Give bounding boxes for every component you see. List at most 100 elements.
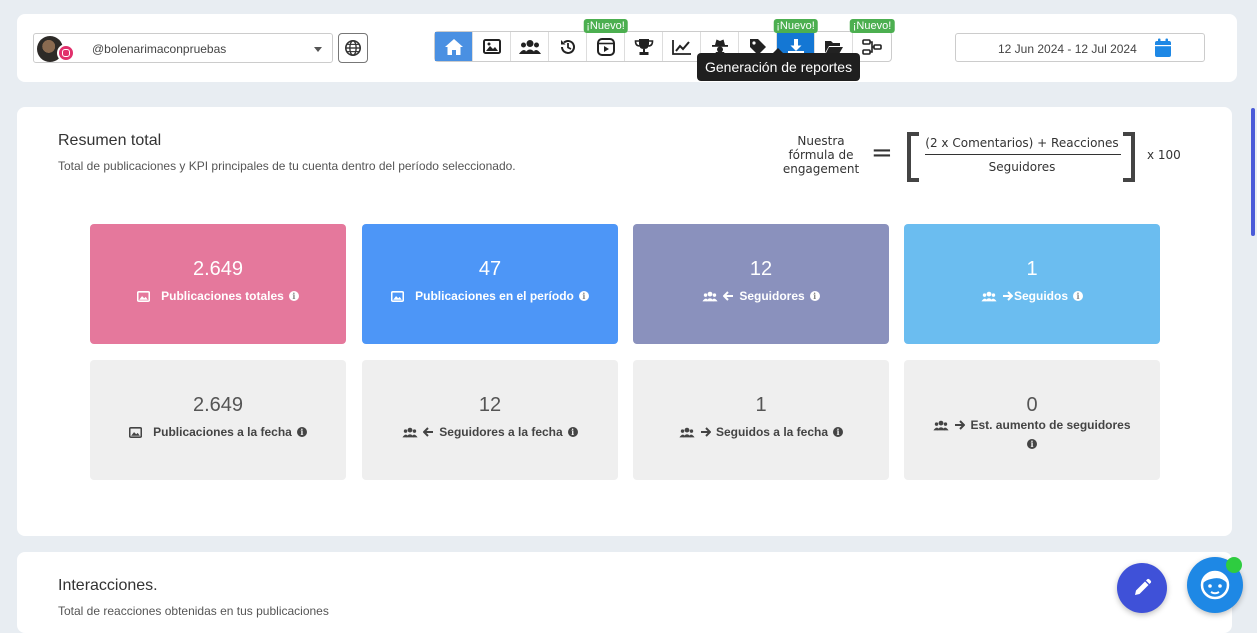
kpi-total-posts: 2.649 Publicaciones totales i <box>90 224 346 344</box>
kpi-label-row: Publicaciones totales i <box>90 289 346 303</box>
nav-ranking[interactable] <box>625 32 663 61</box>
kpi-info-row: i <box>904 434 1160 452</box>
info-icon[interactable]: i <box>1073 291 1083 301</box>
pencil-icon <box>1135 578 1152 595</box>
bracket-left <box>907 132 919 182</box>
kpi-label: Seguidores <box>739 289 805 303</box>
nav-reels[interactable]: ¡Nuevo! <box>583 19 628 61</box>
info-icon[interactable]: i <box>1027 439 1037 449</box>
new-badge: ¡Nuevo! <box>583 19 628 33</box>
info-icon[interactable]: i <box>578 291 589 301</box>
info-icon[interactable]: i <box>296 427 307 437</box>
section-subtitle: Total de reacciones obtenidas en tus pub… <box>58 604 329 618</box>
kpi-posts-to-date: 2.649 Publicaciones a la fecha i <box>90 360 346 480</box>
formula-label-line: engagement <box>782 162 860 176</box>
formula-equals: = <box>871 138 893 168</box>
fraction-line <box>925 154 1121 155</box>
image-icon <box>482 39 501 54</box>
image-icon <box>391 290 405 302</box>
kpi-label: Seguidores a la fecha <box>439 425 563 439</box>
users-icon <box>679 427 695 437</box>
online-status-dot <box>1226 557 1242 573</box>
globe-icon <box>344 39 362 57</box>
nav-audience[interactable] <box>511 32 549 61</box>
instagram-icon <box>57 44 75 62</box>
flow-icon <box>862 38 882 55</box>
kpi-label: Est. aumento de seguidores <box>970 418 1131 432</box>
calendar-icon[interactable] <box>1154 38 1172 58</box>
arrow-right-icon <box>1002 291 1013 301</box>
kpi-followers: 12 Seguidores i <box>633 224 889 344</box>
formula-multiplier: x 100 <box>1147 148 1181 162</box>
top-toolbar: @bolenarimaconpruebas ¡Nuevo! ¡Nuevo! ¡N… <box>17 14 1237 82</box>
kpi-value: 1 <box>1026 258 1038 280</box>
kpi-value: 1 <box>755 394 767 416</box>
kpi-label-row: Seguidores a la fecha i <box>362 425 618 439</box>
users-icon <box>402 427 418 437</box>
kpi-label-row: Seguidores i <box>633 289 889 303</box>
history-icon <box>560 39 575 54</box>
kpi-est-follower-growth: 0 Est. aumento de seguidores i <box>904 360 1160 480</box>
summary-card: Resumen total Total de publicaciones y K… <box>17 107 1232 536</box>
image-icon <box>129 426 143 438</box>
globe-button[interactable] <box>338 33 368 63</box>
edit-button[interactable] <box>1117 563 1167 613</box>
users-icon <box>981 291 997 301</box>
info-icon[interactable]: i <box>288 291 299 301</box>
scrollbar-thumb[interactable] <box>1251 108 1255 236</box>
formula-label-line: fórmula de <box>788 148 854 162</box>
interactions-card: Interacciones. Total de reacciones obten… <box>17 552 1232 633</box>
kpi-label-row: Seguidos i <box>904 289 1160 303</box>
formula-label-line: Nuestra <box>797 134 845 148</box>
support-agent-icon <box>1200 570 1230 600</box>
date-range-picker[interactable]: 12 Jun 2024 - 12 Jul 2024 <box>955 33 1205 62</box>
section-subtitle: Total de publicaciones y KPI principales… <box>58 159 516 173</box>
account-selector[interactable]: @bolenarimaconpruebas <box>33 33 333 63</box>
nav-tooltip: Generación de reportes <box>697 48 861 81</box>
arrow-right-icon <box>700 427 711 437</box>
kpi-label-row: Seguidos a la fecha i <box>633 425 889 439</box>
bracket-right <box>1123 132 1135 182</box>
arrow-left-icon <box>723 291 734 301</box>
kpi-label-row: Publicaciones en el período i <box>362 289 618 303</box>
kpi-value: 2.649 <box>192 258 244 280</box>
kpi-value: 2.649 <box>192 394 244 416</box>
users-icon <box>518 39 541 54</box>
trophy-icon <box>634 38 653 55</box>
info-icon[interactable]: i <box>809 291 820 301</box>
formula-denominator: Seguidores <box>988 160 1056 174</box>
engagement-formula: Nuestra fórmula de engagement = (2 x Com… <box>777 132 1197 192</box>
kpi-value: 12 <box>749 258 773 280</box>
info-icon[interactable]: i <box>833 427 844 437</box>
kpi-label: Publicaciones a la fecha <box>153 425 292 439</box>
nav-posts[interactable] <box>473 32 511 61</box>
chevron-down-icon <box>314 47 322 52</box>
users-icon <box>933 420 950 430</box>
kpi-period-posts: 47 Publicaciones en el período i <box>362 224 618 344</box>
kpi-value: 12 <box>478 394 502 416</box>
kpi-followers-to-date: 12 Seguidores a la fecha i <box>362 360 618 480</box>
kpi-label-row: Est. aumento de seguidores <box>904 418 1160 432</box>
new-badge: ¡Nuevo! <box>849 19 895 33</box>
kpi-following-to-date: 1 Seguidos a la fecha i <box>633 360 889 480</box>
arrow-right-icon <box>955 420 966 430</box>
section-title: Interacciones. <box>58 577 158 594</box>
nav-history[interactable] <box>549 32 587 61</box>
date-range-value: 12 Jun 2024 - 12 Jul 2024 <box>998 42 1137 56</box>
info-icon[interactable]: i <box>567 427 578 437</box>
kpi-value: 47 <box>478 258 502 280</box>
kpi-following: 1 Seguidos i <box>904 224 1160 344</box>
kpi-value: 0 <box>1026 394 1038 416</box>
kpi-label: Seguidos a la fecha <box>715 425 829 439</box>
nav-evolution[interactable] <box>663 32 701 61</box>
home-icon <box>444 38 463 55</box>
new-badge: ¡Nuevo! <box>773 19 818 33</box>
nav-home[interactable] <box>435 32 473 61</box>
reels-icon <box>596 37 615 56</box>
formula-label: Nuestra fórmula de engagement <box>777 134 865 176</box>
chart-line-icon <box>671 39 691 55</box>
kpi-label: Seguidos <box>1013 289 1068 303</box>
section-title: Resumen total <box>58 132 162 149</box>
image-icon <box>137 290 151 302</box>
account-handle: @bolenarimaconpruebas <box>92 42 227 56</box>
